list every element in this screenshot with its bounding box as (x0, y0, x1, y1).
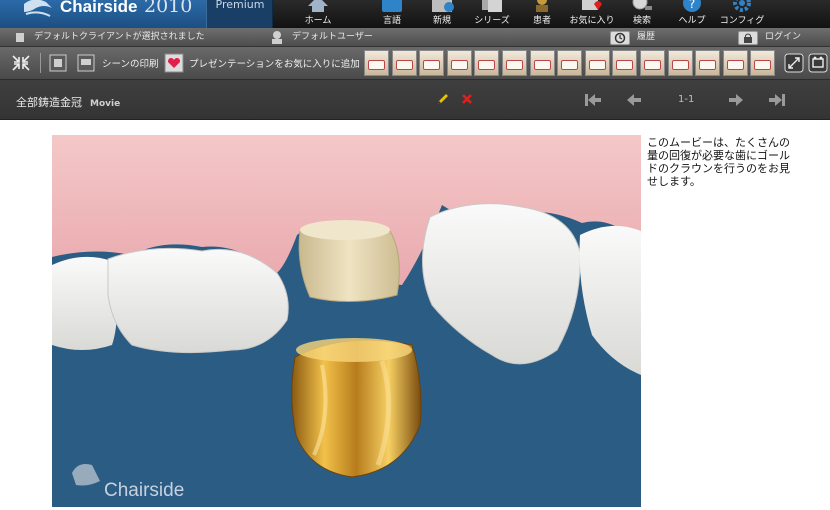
toolbar-divider (40, 53, 41, 73)
fullscreen-collapse-icon[interactable] (10, 53, 32, 73)
scene-thumbnail[interactable] (557, 50, 583, 76)
edit-pencil-icon[interactable] (436, 92, 450, 106)
presentation-title: 全部鋳造金冠 Movie (16, 94, 120, 110)
language-icon (382, 0, 402, 12)
title-type: Movie (90, 99, 121, 109)
status-bar: デフォルトクライアントが選択されました デフォルトユーザー 履歴 ログイン (0, 28, 830, 47)
client-status: デフォルトクライアントが選択されました (34, 32, 205, 42)
delete-x-icon[interactable] (461, 93, 473, 105)
nav-config[interactable]: コンフィグ (714, 0, 770, 28)
scene-thumbnail[interactable] (474, 50, 500, 76)
nav-series[interactable]: シリーズ (464, 0, 520, 28)
nav-new[interactable]: 新規 (414, 0, 470, 28)
add-favorite-label[interactable]: プレゼンテーションをお気に入りに追加 (189, 56, 360, 70)
crown-movie-illustration: Chairside (52, 135, 641, 507)
config-icon (733, 0, 751, 12)
scene-thumbnail[interactable] (722, 50, 748, 76)
series-icon (482, 0, 502, 12)
print-icon[interactable] (76, 53, 96, 73)
title-text: 全部鋳造金冠 (16, 96, 82, 109)
presentation-title-bar: 全部鋳造金冠 Movie 1-1 (0, 80, 830, 120)
slideshow-icon[interactable] (808, 53, 828, 73)
scene-thumbnails (364, 50, 778, 76)
scene-thumbnail[interactable] (419, 50, 445, 76)
prev-page-icon[interactable] (626, 93, 642, 107)
scene-thumbnail[interactable] (640, 50, 665, 76)
scene-thumbnail[interactable] (584, 50, 610, 76)
scene-thumbnail[interactable] (529, 50, 555, 76)
last-page-icon[interactable] (768, 93, 786, 107)
scene-thumbnail[interactable] (391, 50, 417, 76)
lock-icon (744, 33, 752, 43)
next-page-icon[interactable] (728, 93, 744, 107)
app-year: 2010 (144, 0, 193, 17)
chairside-watermark: Chairside (104, 480, 184, 501)
brand-area: Chairside 2010 Premium (0, 0, 273, 28)
movie-frame[interactable]: Chairside (52, 135, 641, 507)
help-icon: ? (683, 0, 701, 12)
scene-thumbnail[interactable] (667, 50, 693, 76)
login-label[interactable]: ログイン (765, 28, 801, 46)
scene-thumbnail[interactable] (750, 50, 776, 76)
client-icon (16, 33, 24, 42)
login-button[interactable] (738, 31, 758, 45)
main-nav: ホーム 言語 新規 シリーズ 患者 お気に入り 検索 ? ヘルプ コンフィグ (272, 0, 830, 28)
first-page-icon[interactable] (584, 93, 602, 107)
scene-icon[interactable] (48, 53, 68, 73)
nav-help[interactable]: ? ヘルプ (664, 0, 720, 28)
scene-thumbnail[interactable] (502, 50, 527, 76)
page-indicator: 1-1 (678, 94, 695, 105)
home-icon (308, 0, 328, 12)
new-icon (432, 0, 454, 12)
movie-description: このムービーは、たくさんの量の回復が必要な歯にゴールドのクラウンを行うのをお見せ… (647, 136, 790, 188)
history-label[interactable]: 履歴 (637, 28, 655, 46)
scene-thumbnail[interactable] (364, 50, 389, 76)
scene-thumbnail[interactable] (695, 50, 721, 76)
chairside-logo-icon (24, 0, 52, 17)
scene-thumbnail[interactable] (446, 50, 472, 76)
user-status: デフォルトユーザー (292, 32, 373, 42)
history-button[interactable] (610, 31, 630, 45)
user-icon (272, 31, 282, 44)
clock-icon (614, 32, 626, 44)
patient-icon (536, 0, 548, 12)
nav-home[interactable]: ホーム (290, 0, 346, 28)
nav-favorites[interactable]: お気に入り (564, 0, 620, 28)
svg-text:?: ? (689, 0, 695, 11)
nav-search[interactable]: 検索 (614, 0, 670, 28)
favorites-icon (582, 0, 602, 10)
search-icon (632, 0, 652, 10)
heart-icon[interactable] (164, 53, 184, 73)
print-scene-label[interactable]: シーンの印刷 (102, 56, 159, 70)
app-edition: Premium (206, 0, 272, 28)
expand-icon[interactable] (784, 53, 804, 73)
top-bar: Chairside 2010 Premium ホーム 言語 新規 シリーズ 患者… (0, 0, 830, 28)
app-name: Chairside (60, 0, 138, 16)
scene-thumbnail[interactable] (612, 50, 638, 76)
nav-language[interactable]: 言語 (364, 0, 420, 28)
nav-patient[interactable]: 患者 (514, 0, 570, 28)
toolbar: シーンの印刷 プレゼンテーションをお気に入りに追加 (0, 47, 830, 80)
